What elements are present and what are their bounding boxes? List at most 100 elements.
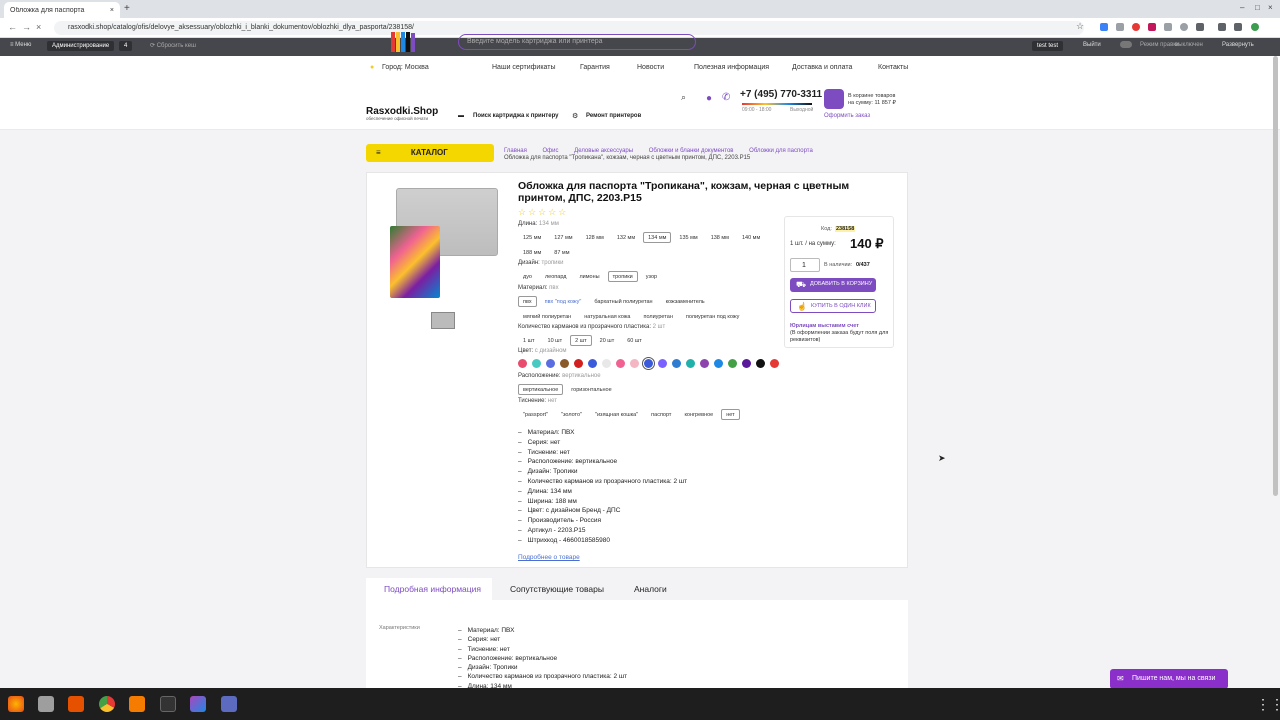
option-length[interactable]: 132 мм xyxy=(612,232,640,243)
menu-button[interactable]: ≡ Меню xyxy=(10,42,31,48)
color-swatch[interactable] xyxy=(658,359,667,368)
avatar[interactable] xyxy=(1251,23,1259,31)
store-icon[interactable] xyxy=(68,696,84,712)
extension-icon[interactable] xyxy=(1180,23,1188,31)
site-logo[interactable] xyxy=(366,30,442,66)
reset-cache-button[interactable]: ⟳ Сбросить кеш xyxy=(150,42,196,49)
legal-invoice-title[interactable]: Юрлицам выставим счет xyxy=(790,323,859,329)
option-emboss[interactable]: "passport" xyxy=(518,409,553,420)
page-scrollbar[interactable] xyxy=(1273,56,1278,496)
option-material[interactable]: полиуретан xyxy=(638,311,677,322)
browser-tab[interactable]: Обложка для паспорта × xyxy=(4,2,120,18)
breadcrumb-office[interactable]: Офис xyxy=(543,148,559,154)
option-material[interactable]: натуральная кожа xyxy=(579,311,635,322)
color-swatch[interactable] xyxy=(756,359,765,368)
color-swatch[interactable] xyxy=(642,357,655,370)
nav-contacts[interactable]: Контакты xyxy=(878,64,908,71)
breadcrumb-accessories[interactable]: Деловые аксессуары xyxy=(574,148,633,154)
breadcrumb-home[interactable]: Главная xyxy=(504,148,527,154)
option-length[interactable]: 87 мм xyxy=(549,247,574,258)
product-image-front[interactable] xyxy=(390,226,440,298)
option-design[interactable]: дуо xyxy=(518,271,537,282)
color-swatch[interactable] xyxy=(588,359,597,368)
option-emboss[interactable]: конгревное xyxy=(679,409,718,420)
color-swatch[interactable] xyxy=(574,359,583,368)
nav-delivery[interactable]: Доставка и оплата xyxy=(792,64,852,71)
option-design[interactable]: узор xyxy=(641,271,662,282)
option-design[interactable]: леопард xyxy=(540,271,572,282)
cart-icon[interactable] xyxy=(824,89,844,109)
expand-button[interactable]: Развернуть xyxy=(1222,42,1254,48)
more-about-product-link[interactable]: Подробнее о товаре xyxy=(518,554,580,561)
add-to-cart-button[interactable]: ⛟ ДОБАВИТЬ В КОРЗИНУ xyxy=(790,278,876,292)
maximize-icon[interactable]: □ xyxy=(1255,3,1260,12)
option-pockets-selected[interactable]: 2 шт xyxy=(570,335,592,346)
option-length[interactable]: 188 мм xyxy=(518,247,546,258)
color-swatch[interactable] xyxy=(602,359,611,368)
option-design[interactable]: лимоны xyxy=(574,271,604,282)
option-material[interactable]: полиуретан под кожу xyxy=(681,311,745,322)
printer-repair-link[interactable]: Ремонт принтеров xyxy=(586,113,641,119)
files-icon[interactable] xyxy=(38,696,54,712)
close-tab-icon[interactable]: × xyxy=(110,7,114,14)
catalog-button[interactable]: ≡ КАТАЛОГ xyxy=(366,144,494,162)
buy-one-click-button[interactable]: ☝ КУПИТЬ В ОДИН КЛИК xyxy=(790,299,876,313)
option-emboss-selected[interactable]: нет xyxy=(721,409,740,420)
phone-icon[interactable]: ✆ xyxy=(722,92,730,103)
option-length[interactable]: 128 мм xyxy=(581,232,609,243)
color-swatch[interactable] xyxy=(742,359,751,368)
user-button[interactable]: test test xyxy=(1032,41,1064,51)
product-thumbnail[interactable] xyxy=(431,312,455,329)
quantity-stepper[interactable]: 1 xyxy=(790,258,820,272)
option-pockets[interactable]: 10 шт xyxy=(543,335,568,346)
option-length[interactable]: 135 мм xyxy=(674,232,702,243)
nav-useful-info[interactable]: Полезная информация xyxy=(694,64,769,71)
extension-icon[interactable] xyxy=(1148,23,1156,31)
firefox-icon[interactable] xyxy=(8,696,24,712)
nav-news[interactable]: Новости xyxy=(637,64,664,71)
nav-warranty[interactable]: Гарантия xyxy=(580,64,610,71)
breadcrumb-passport[interactable]: Обложки для паспорта xyxy=(749,148,813,154)
admin-button[interactable]: Администрирование xyxy=(47,41,115,51)
option-length-selected[interactable]: 134 мм xyxy=(643,232,672,243)
sidebar-icon[interactable] xyxy=(1234,23,1242,31)
color-swatch[interactable] xyxy=(700,359,709,368)
search-input[interactable]: Введите модель картриджа или принтера xyxy=(458,34,696,50)
color-swatch[interactable] xyxy=(630,359,639,368)
forward-icon[interactable]: → xyxy=(22,22,31,32)
phpstorm-icon[interactable] xyxy=(190,696,206,712)
option-material[interactable]: кожзаменитель xyxy=(661,296,710,307)
cartridge-search-link[interactable]: Поиск картриджа к принтеру xyxy=(473,113,559,119)
user-icon[interactable]: ● xyxy=(706,93,712,104)
terminal-icon[interactable] xyxy=(160,696,176,712)
search-icon[interactable]: ⌕ xyxy=(681,92,686,103)
color-swatch[interactable] xyxy=(616,359,625,368)
color-swatch[interactable] xyxy=(560,359,569,368)
option-material[interactable]: бархатный полиуретан xyxy=(589,296,657,307)
color-swatch[interactable] xyxy=(714,359,723,368)
option-emboss[interactable]: "золото" xyxy=(556,409,587,420)
extension-icon[interactable] xyxy=(1164,23,1172,31)
option-pockets[interactable]: 1 шт xyxy=(518,335,540,346)
nav-certificates[interactable]: Наши сертификаты xyxy=(492,64,556,71)
new-tab-icon[interactable]: + xyxy=(124,3,130,14)
option-orientation-selected[interactable]: вертикальное xyxy=(518,384,564,395)
extension-icon[interactable] xyxy=(1116,23,1124,31)
option-length[interactable]: 138 мм xyxy=(706,232,734,243)
option-material[interactable]: мягкий полиуретан xyxy=(518,311,576,322)
sublime-icon[interactable] xyxy=(129,696,145,712)
chrome-icon[interactable] xyxy=(99,696,115,712)
option-length[interactable]: 140 мм xyxy=(737,232,765,243)
color-swatch[interactable] xyxy=(672,359,681,368)
menu-icon[interactable] xyxy=(1218,23,1226,31)
option-length[interactable]: 127 мм xyxy=(549,232,577,243)
phone-number[interactable]: +7 (495) 770-3311 xyxy=(740,89,822,100)
breadcrumb-covers[interactable]: Обложки и бланки документов xyxy=(649,148,734,154)
color-swatch[interactable] xyxy=(770,359,779,368)
color-swatch[interactable] xyxy=(686,359,695,368)
option-design-selected[interactable]: тропики xyxy=(607,271,638,282)
logout-button[interactable]: Выйти xyxy=(1083,42,1101,48)
color-swatch[interactable] xyxy=(728,359,737,368)
option-length[interactable]: 125 мм xyxy=(518,232,546,243)
chat-widget-button[interactable]: ✉ Пишите нам, мы на связи xyxy=(1110,669,1228,689)
